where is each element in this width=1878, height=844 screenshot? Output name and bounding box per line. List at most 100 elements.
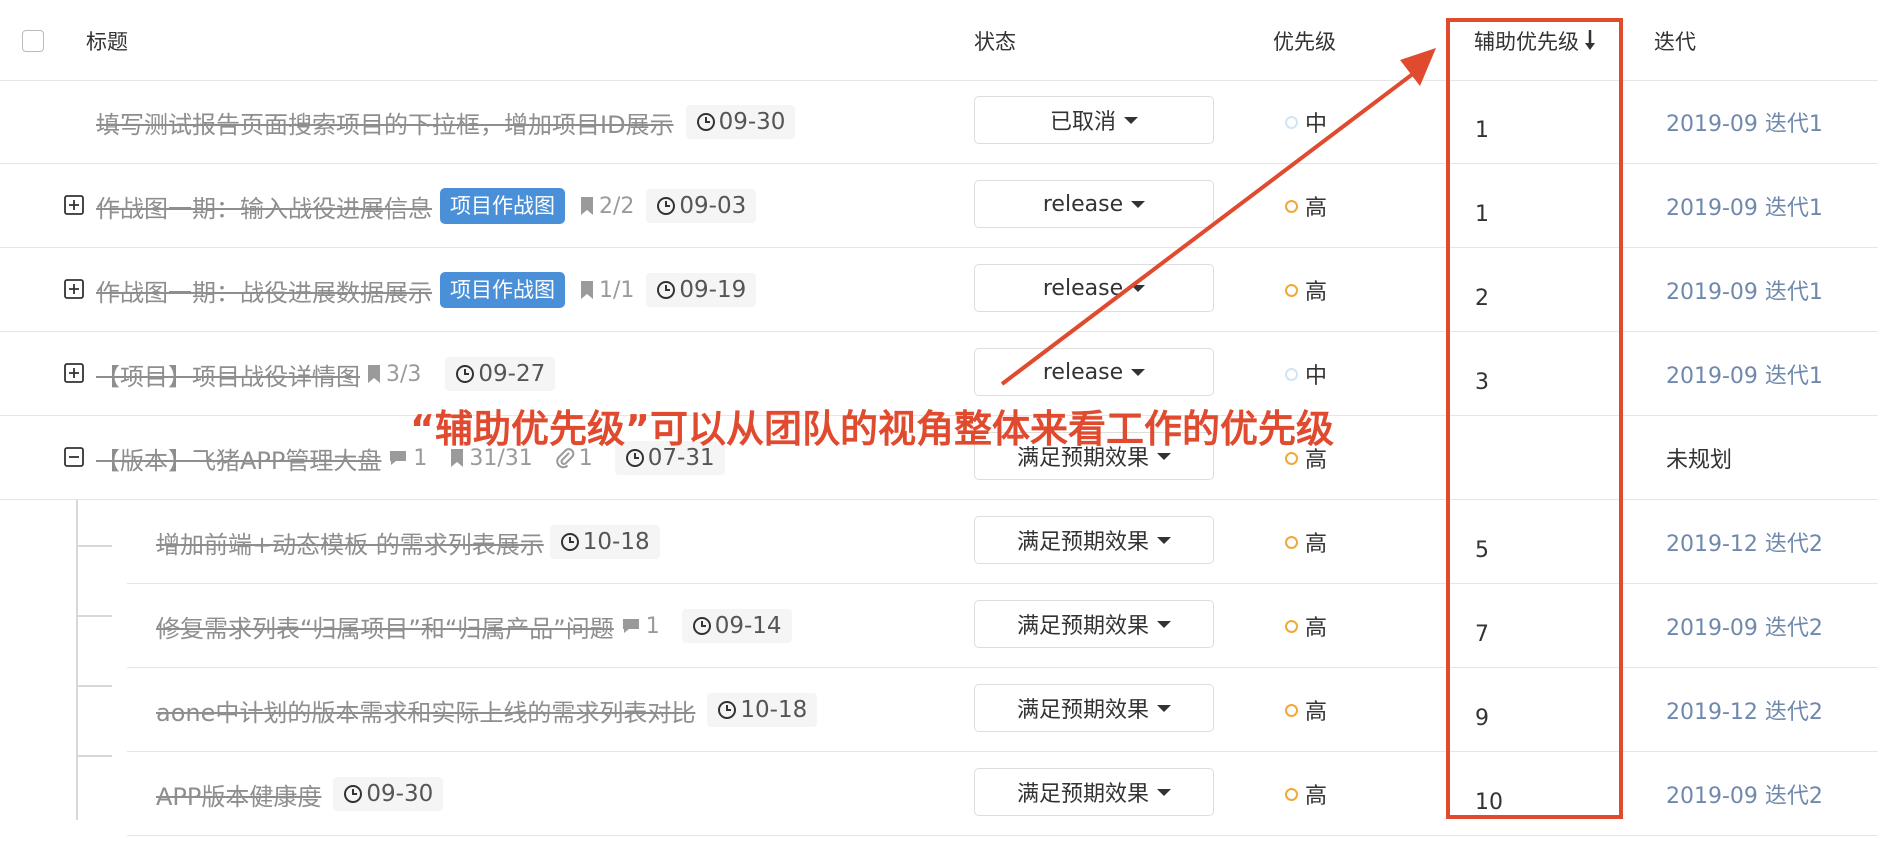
subtask-count: 3/3 <box>366 362 421 387</box>
due-date: 09-30 <box>366 781 434 807</box>
iteration-link[interactable]: 2019-12 迭代2 <box>1666 668 1823 752</box>
title-column-header[interactable]: 标题 <box>86 0 128 80</box>
sort-descending-icon[interactable] <box>1583 3 1597 87</box>
table-row[interactable]: 增加前端+动态模板 的需求列表展示 10-18 满足预期效果 高 5 2019-… <box>127 500 1878 584</box>
priority-value: 中 <box>1305 364 1328 389</box>
priority-value: 中 <box>1305 112 1328 137</box>
clock-icon <box>560 533 579 551</box>
priority-dot-icon <box>1285 283 1298 297</box>
iteration-link[interactable]: 2019-09 迭代1 <box>1666 332 1823 416</box>
aux-priority-value[interactable]: 2 <box>1475 256 1489 340</box>
status-dropdown[interactable]: 满足预期效果 <box>974 516 1214 564</box>
priority-value: 高 <box>1305 784 1328 809</box>
priority-dot-icon <box>1285 367 1298 381</box>
iteration-link[interactable]: 2019-09 迭代1 <box>1666 248 1823 332</box>
iteration-link[interactable]: 2019-09 迭代2 <box>1666 584 1823 668</box>
status-dropdown[interactable]: release <box>974 348 1214 396</box>
priority-cell[interactable]: 高 <box>1285 668 1327 752</box>
subtask-count: 1/1 <box>579 278 634 303</box>
iteration-link[interactable]: 2019-09 迭代1 <box>1666 80 1823 164</box>
tree-branch <box>76 755 112 757</box>
priority-cell[interactable]: 高 <box>1285 248 1327 332</box>
iteration-link[interactable]: 2019-09 迭代1 <box>1666 164 1823 248</box>
aux-priority-value[interactable]: 5 <box>1475 508 1489 592</box>
status-column-header[interactable]: 状态 <box>974 0 1016 80</box>
clock-icon <box>692 617 711 635</box>
row-title[interactable]: 【版本】飞猪APP管理大盘 <box>96 441 381 476</box>
status-dropdown[interactable]: 满足预期效果 <box>974 600 1214 648</box>
table-row[interactable]: APP版本健康度 09-30 满足预期效果 高 10 2019-09 迭代2 <box>127 752 1878 836</box>
row-title[interactable]: 作战图一期：输入战役进展信息 <box>96 189 432 224</box>
priority-cell[interactable]: 高 <box>1285 584 1327 668</box>
iteration-link[interactable]: 2019-09 迭代2 <box>1666 752 1823 836</box>
status-value: 满足预期效果 <box>1016 614 1149 639</box>
status-value: 已取消 <box>1049 110 1116 135</box>
caret-down-icon <box>1131 368 1146 376</box>
caret-down-icon <box>1157 788 1171 796</box>
caret-down-icon <box>1131 200 1146 208</box>
table-row[interactable]: 填写测试报告页面搜索项目的下拉框，增加项目ID展示 09-30 已取消 中 1 … <box>0 80 1878 164</box>
tree-branch <box>76 685 112 687</box>
priority-cell[interactable]: 高 <box>1285 752 1327 836</box>
priority-value: 高 <box>1305 280 1328 305</box>
status-value: release <box>1042 191 1124 217</box>
comment-icon <box>390 451 407 465</box>
row-title[interactable]: 修复需求列表“归属项目”和“归属产品”问题 <box>156 609 614 644</box>
project-tag[interactable]: 项目作战图 <box>440 272 565 308</box>
project-tag[interactable]: 项目作战图 <box>440 188 565 224</box>
status-dropdown[interactable]: 满足预期效果 <box>974 768 1214 816</box>
clock-icon <box>657 281 676 299</box>
priority-column-header[interactable]: 优先级 <box>1273 0 1336 80</box>
expand-plus-icon[interactable] <box>64 195 84 215</box>
row-title[interactable]: aone中计划的版本需求和实际上线的需求列表对比 <box>156 693 695 728</box>
table-row[interactable]: aone中计划的版本需求和实际上线的需求列表对比 10-18 满足预期效果 高 … <box>127 668 1878 752</box>
priority-cell[interactable]: 中 <box>1285 80 1327 164</box>
bookmark-icon <box>368 365 380 383</box>
priority-value: 高 <box>1305 532 1328 557</box>
priority-cell[interactable]: 高 <box>1285 164 1327 248</box>
tree-line <box>76 500 78 820</box>
status-value: release <box>1042 275 1124 301</box>
aux-priority-column-header[interactable]: 辅助优先级 <box>1474 0 1597 80</box>
iteration-unplanned[interactable]: 未规划 <box>1666 416 1732 500</box>
due-date-badge: 09-03 <box>646 189 757 223</box>
row-title[interactable]: 作战图一期：战役进展数据展示 <box>96 273 432 308</box>
due-date-badge: 09-30 <box>333 777 444 811</box>
due-date: 10-18 <box>740 697 808 723</box>
table-row[interactable]: 作战图一期：输入战役进展信息 项目作战图 2/2 09-03 release 高… <box>0 164 1878 248</box>
status-dropdown[interactable]: 满足预期效果 <box>974 684 1214 732</box>
table-row[interactable]: 修复需求列表“归属项目”和“归属产品”问题 1 09-14 满足预期效果 高 7… <box>127 584 1878 668</box>
expand-plus-icon[interactable] <box>64 279 84 299</box>
due-date-badge: 09-30 <box>685 105 796 139</box>
collapse-minus-icon[interactable] <box>64 447 84 467</box>
aux-priority-value[interactable]: 9 <box>1475 676 1489 760</box>
status-value: 满足预期效果 <box>1016 530 1149 555</box>
row-title[interactable]: 增加前端+动态模板 的需求列表展示 <box>156 525 544 560</box>
iteration-link[interactable]: 2019-12 迭代2 <box>1666 500 1823 584</box>
iteration-column-header[interactable]: 迭代 <box>1654 0 1696 80</box>
priority-dot-icon <box>1285 619 1298 633</box>
row-title[interactable]: APP版本健康度 <box>156 777 321 812</box>
priority-cell[interactable]: 高 <box>1285 500 1327 584</box>
priority-dot-icon <box>1285 535 1298 549</box>
aux-priority-value[interactable]: 7 <box>1475 592 1489 676</box>
aux-priority-value[interactable]: 1 <box>1475 172 1489 256</box>
row-title[interactable]: 【项目】项目战役详情图 <box>96 357 360 392</box>
aux-priority-value[interactable]: 1 <box>1475 88 1489 172</box>
status-dropdown[interactable]: release <box>974 180 1214 228</box>
due-date-badge: 09-19 <box>646 273 757 307</box>
expand-plus-icon[interactable] <box>64 363 84 383</box>
aux-priority-value[interactable]: 3 <box>1475 340 1489 424</box>
subtask-value: 3/3 <box>386 361 422 387</box>
select-all-checkbox[interactable] <box>22 30 44 52</box>
table-row[interactable]: 作战图一期：战役进展数据展示 项目作战图 1/1 09-19 release 高… <box>0 248 1878 332</box>
due-date-badge: 10-18 <box>549 525 660 559</box>
status-dropdown[interactable]: 已取消 <box>974 96 1214 144</box>
aux-priority-value[interactable]: 10 <box>1475 760 1503 844</box>
status-dropdown[interactable]: release <box>974 264 1214 312</box>
caret-down-icon <box>1157 704 1171 712</box>
row-title[interactable]: 填写测试报告页面搜索项目的下拉框，增加项目ID展示 <box>96 105 674 140</box>
priority-dot-icon <box>1285 115 1298 129</box>
annotation-text: “辅助优先级”可以从团队的视角整体来看工作的优先级 <box>410 407 1334 451</box>
status-value: 满足预期效果 <box>1016 782 1149 807</box>
